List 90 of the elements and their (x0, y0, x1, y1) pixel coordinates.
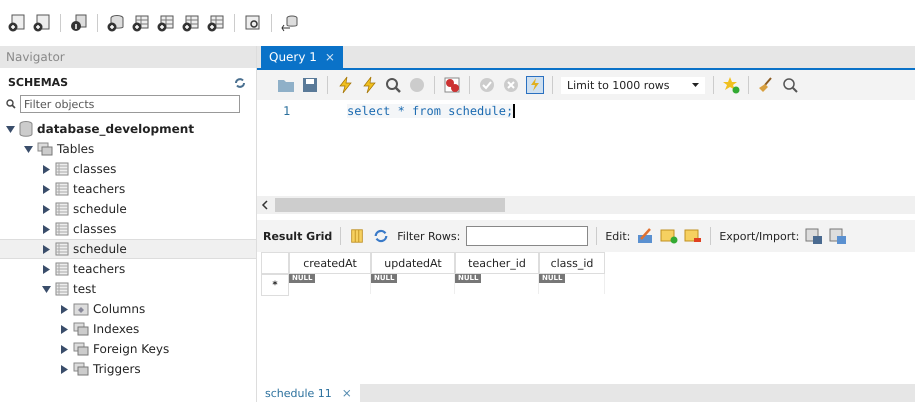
tree-item[interactable]: Triggers (0, 359, 256, 379)
filter-rows-label: Filter Rows: (397, 230, 460, 242)
table-icon (55, 182, 69, 196)
query-tab[interactable]: Query 1 × (261, 46, 343, 68)
collapsed-arrow-icon[interactable] (42, 184, 51, 194)
result-grid-label[interactable]: Result Grid (263, 230, 332, 242)
column-header[interactable]: createdAt (289, 252, 371, 274)
add-row-icon[interactable] (660, 227, 678, 245)
expanded-arrow-icon[interactable] (24, 144, 33, 154)
tree-item-label: Tables (57, 142, 94, 156)
limit-rows-dropdown[interactable]: Limit to 1000 rows (561, 76, 705, 94)
new-database-icon[interactable] (107, 14, 125, 32)
column-header[interactable]: class_id (539, 252, 605, 274)
close-tab-button[interactable]: × (342, 386, 352, 400)
column-header[interactable]: updatedAt (371, 252, 455, 274)
tree-item-label: Triggers (93, 362, 141, 376)
table-icon (55, 262, 69, 276)
tree-item[interactable]: Indexes (0, 319, 256, 339)
tree-item-label: database_development (37, 122, 194, 136)
corner-header-cell (261, 252, 289, 274)
tab-label: Query 1 (269, 50, 317, 64)
sql-code[interactable]: select * from schedule; (347, 104, 516, 118)
line-number: 1 (282, 104, 292, 118)
tree-item[interactable]: Foreign Keys (0, 339, 256, 359)
tree-item[interactable]: Tables (0, 139, 256, 159)
tree-item[interactable]: teachers (0, 259, 256, 279)
info-icon[interactable] (70, 14, 88, 32)
columns-icon[interactable] (349, 228, 366, 244)
tree-item-label: schedule (73, 242, 127, 256)
table-icon (55, 222, 69, 236)
database-icon (19, 121, 33, 137)
collapsed-arrow-icon[interactable] (60, 344, 69, 354)
edit-icon[interactable] (636, 227, 654, 245)
result-tab[interactable]: schedule 11 × (257, 384, 360, 402)
collapsed-arrow-icon[interactable] (42, 204, 51, 214)
tree-item-label: Foreign Keys (93, 342, 170, 356)
column-header[interactable]: teacher_id (455, 252, 539, 274)
collapsed-arrow-icon[interactable] (60, 324, 69, 334)
export-import-label: Export/Import: (719, 230, 800, 242)
star-add-icon[interactable] (722, 76, 740, 94)
collapsed-arrow-icon[interactable] (42, 244, 51, 254)
scroll-left-icon[interactable] (261, 200, 269, 210)
collapsed-arrow-icon[interactable] (42, 264, 51, 274)
new-row-marker: * (261, 274, 289, 296)
delete-row-icon[interactable] (684, 227, 702, 245)
search-icon (6, 99, 16, 109)
tree-item[interactable]: teachers (0, 179, 256, 199)
tree-item-label: teachers (73, 182, 126, 196)
scrollbar-thumb[interactable] (275, 198, 505, 212)
filter-rows-field[interactable] (466, 226, 588, 246)
schemas-heading: SCHEMAS (8, 76, 68, 89)
tree-item-label: test (73, 282, 96, 296)
export-icon[interactable] (805, 227, 824, 245)
stacked-tables-icon (37, 142, 53, 156)
refresh-icon[interactable] (234, 76, 246, 88)
collapsed-arrow-icon[interactable] (60, 304, 69, 314)
caret-icon (692, 83, 699, 87)
tree-item-label: Columns (93, 302, 146, 316)
stacked-tables-icon (73, 322, 89, 336)
tree-item[interactable]: Columns (0, 299, 256, 319)
navigator-title: Navigator (0, 46, 256, 68)
tree-item-label: teachers (73, 262, 126, 276)
tree-item[interactable]: classes (0, 159, 256, 179)
edit-label: Edit: (605, 230, 630, 242)
tree-item[interactable]: schedule (0, 199, 256, 219)
collapsed-arrow-icon[interactable] (60, 364, 69, 374)
tree-item[interactable]: classes (0, 219, 256, 239)
column-folder-icon (73, 302, 89, 316)
tree-item[interactable]: test (0, 279, 256, 299)
tree-item-label: classes (73, 162, 116, 176)
stacked-tables-icon (73, 362, 89, 376)
search-icon[interactable] (780, 76, 799, 94)
tree-item[interactable]: database_development (0, 119, 256, 139)
table-icon (55, 202, 69, 216)
filter-field[interactable]: Filter objects (20, 95, 240, 113)
tree-item-label: Indexes (93, 322, 140, 336)
tree-item-label: classes (73, 222, 116, 236)
collapsed-arrow-icon[interactable] (42, 164, 51, 174)
save-icon[interactable] (301, 76, 319, 94)
close-tab-button[interactable]: × (324, 50, 335, 64)
tree-item-label: schedule (73, 202, 127, 216)
import-icon[interactable] (829, 227, 848, 245)
table-icon (55, 162, 69, 176)
collapsed-arrow-icon[interactable] (42, 224, 51, 234)
tree-item[interactable]: schedule (0, 239, 256, 259)
expanded-arrow-icon[interactable] (42, 284, 51, 294)
table-icon (55, 242, 69, 256)
stacked-tables-icon (73, 342, 89, 356)
table-icon (55, 282, 69, 296)
expanded-arrow-icon[interactable] (6, 124, 15, 134)
